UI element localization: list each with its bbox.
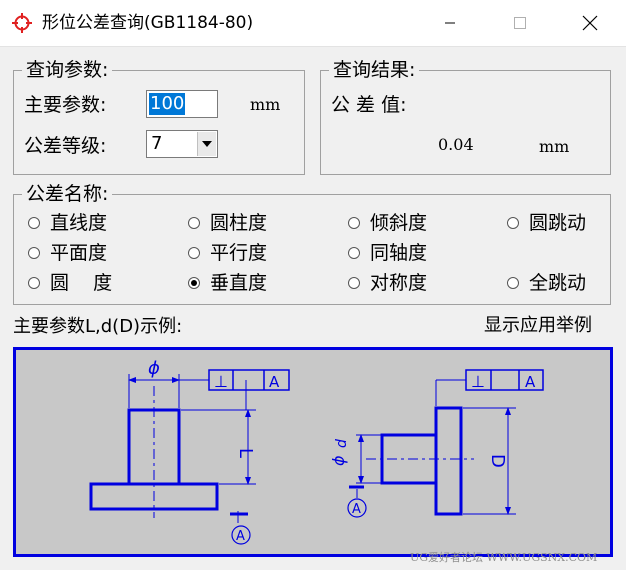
grade-select[interactable]: 7 — [146, 130, 218, 158]
left-datum-label: A — [236, 529, 245, 544]
right-dim-label: D — [487, 454, 508, 468]
radio-circle — [348, 217, 360, 229]
radio-label: 直线度 — [50, 212, 108, 234]
radio-angularity[interactable]: 倾斜度 — [348, 210, 427, 236]
radio-circle — [348, 247, 360, 259]
crosshair-app-icon — [12, 13, 32, 33]
radio-circle — [28, 247, 40, 259]
radio-flatness[interactable]: 平面度 — [28, 240, 107, 266]
close-button[interactable] — [567, 0, 613, 46]
radio-coaxiality[interactable]: 同轴度 — [348, 240, 427, 266]
radio-straightness[interactable]: 直线度 — [28, 210, 107, 236]
left-dim-label: L — [235, 448, 256, 458]
radio-label: 同轴度 — [370, 242, 428, 264]
radio-circle — [28, 217, 40, 229]
tolerance-value-unit: mm — [539, 137, 570, 156]
radio-label: 圆柱度 — [210, 212, 268, 234]
left-frame-symbol: ⊥ — [214, 372, 228, 391]
grade-label: 公差等级: — [24, 135, 107, 157]
main-param-unit: mm — [250, 95, 281, 114]
result-group: 查询结果: 公 差 值: 0.04 mm — [320, 59, 611, 175]
maximize-button[interactable] — [497, 0, 543, 46]
main-param-value: 100 — [149, 93, 186, 115]
tolerance-value-label: 公 差 值: — [331, 94, 407, 116]
result-legend: 查询结果: — [329, 59, 420, 81]
radio-label: 平面度 — [50, 242, 108, 264]
grade-value: 7 — [151, 133, 163, 154]
maximize-icon — [514, 17, 526, 29]
radio-label: 全跳动 — [529, 272, 587, 294]
watermark-text: UG爱好者论坛 WWW.UGSNX.COM — [410, 551, 598, 564]
radio-label: 对称度 — [370, 272, 428, 294]
left-frame-datum: A — [269, 373, 280, 391]
grade-dropdown-button[interactable] — [197, 132, 216, 156]
right-part-drawing — [347, 369, 544, 518]
right-frame-datum: A — [525, 373, 536, 391]
radio-circle — [507, 217, 519, 229]
radio-selected-dot — [191, 280, 197, 286]
radio-label: 倾斜度 — [370, 212, 428, 234]
tolerance-value: 0.04 — [438, 135, 474, 154]
right-datum-label: A — [352, 502, 361, 517]
query-params-legend: 查询参数: — [22, 59, 113, 81]
radio-circular-runout[interactable]: 圆跳动 — [507, 210, 586, 236]
right-frame-symbol: ⊥ — [471, 372, 485, 391]
left-phi-label: ϕ — [148, 358, 160, 379]
right-phi-label: ϕ — [329, 455, 348, 466]
main-param-input[interactable]: 100 — [146, 90, 218, 118]
left-part-drawing — [89, 369, 290, 545]
radio-label: 圆 度 — [50, 272, 113, 294]
radio-circle — [188, 217, 200, 229]
radio-total-runout[interactable]: 全跳动 — [507, 270, 586, 296]
radio-circle — [348, 277, 360, 289]
radio-label: 平行度 — [210, 242, 268, 264]
show-application-example-link[interactable]: 显示应用举例 — [484, 314, 592, 338]
radio-cylindricity[interactable]: 圆柱度 — [188, 210, 267, 236]
main-param-label: 主要参数: — [24, 94, 107, 116]
tolerance-names-legend: 公差名称: — [22, 183, 113, 205]
radio-circle — [188, 247, 200, 259]
minimize-button[interactable] — [427, 0, 473, 46]
example-caption: 主要参数L,d(D)示例: — [13, 316, 183, 337]
close-icon — [582, 15, 598, 31]
example-diagram: ϕ ⊥ A L A ϕ d ⊥ A D A — [89, 358, 544, 545]
radio-symmetry[interactable]: 对称度 — [348, 270, 427, 296]
query-params-group: 查询参数: 主要参数: 100 mm 公差等级: 7 — [13, 59, 305, 175]
radio-perpendicularity[interactable]: 垂直度 — [188, 270, 267, 296]
radio-circle — [507, 277, 519, 289]
radio-roundness[interactable]: 圆 度 — [28, 270, 112, 296]
chevron-down-icon — [202, 141, 212, 147]
radio-label: 圆跳动 — [529, 212, 587, 234]
window-title: 形位公差查询(GB1184-80) — [42, 13, 254, 33]
minimize-icon — [445, 22, 455, 24]
radio-label: 垂直度 — [210, 272, 268, 294]
radio-circle — [28, 277, 40, 289]
radio-parallelism[interactable]: 平行度 — [188, 240, 267, 266]
right-small-dim-label: d — [334, 439, 350, 448]
title-bar: 形位公差查询(GB1184-80) — [0, 0, 626, 47]
tolerance-names-group: 公差名称: 直线度 圆柱度 倾斜度 圆跳动 平面度 平行度 同轴度 圆 度 垂直… — [13, 183, 611, 305]
example-diagram-panel: ϕ ⊥ A L A ϕ d ⊥ A D A — [13, 347, 613, 557]
radio-circle — [188, 277, 200, 289]
